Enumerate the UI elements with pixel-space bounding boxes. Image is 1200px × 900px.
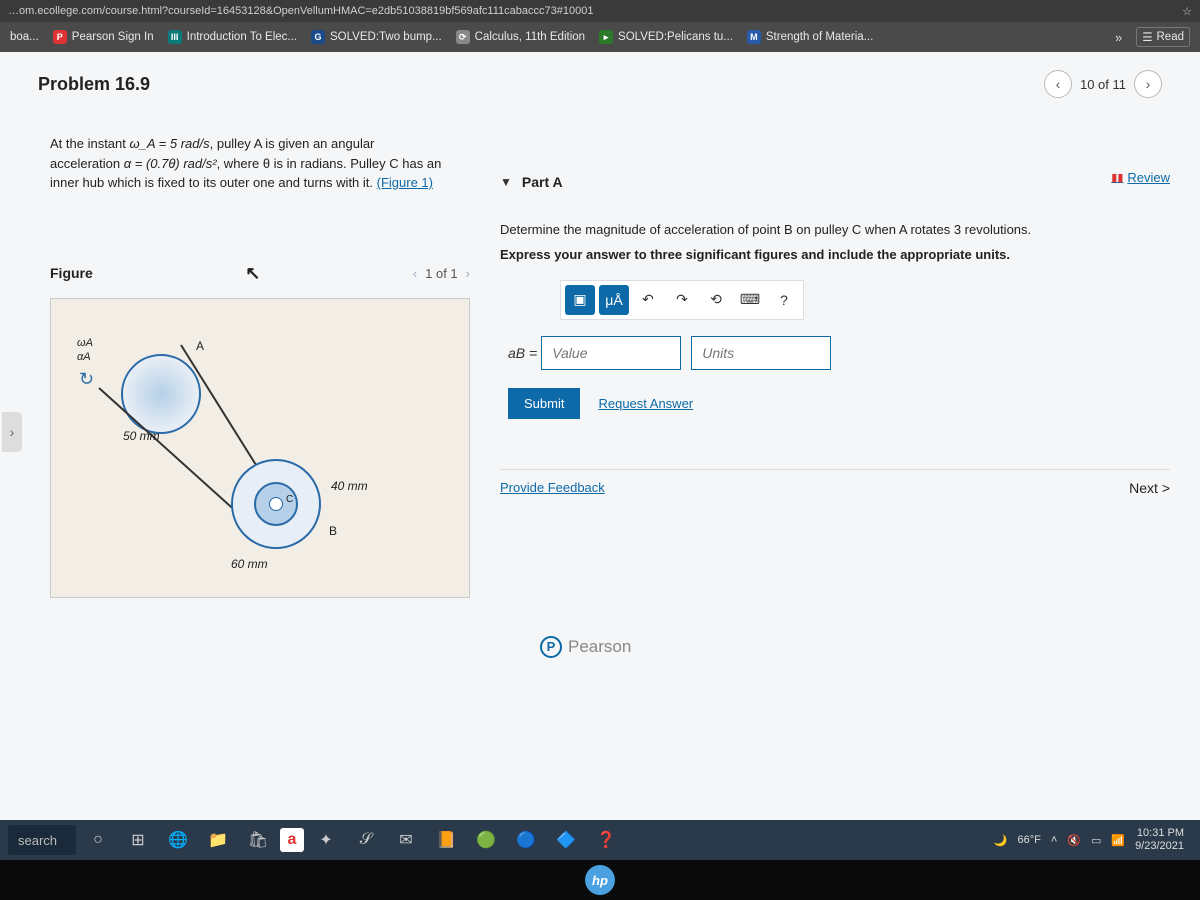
bookmark-strength[interactable]: MStrength of Materia...: [747, 30, 873, 44]
bookmarks-overflow-icon[interactable]: »: [1115, 30, 1122, 45]
dropbox-icon[interactable]: ✦: [308, 822, 344, 858]
url-bar: …om.ecollege.com/course.html?courseId=16…: [0, 0, 1200, 22]
app-a-icon[interactable]: a: [280, 828, 304, 852]
weather-icon[interactable]: 🌙: [994, 834, 1008, 847]
clock[interactable]: 10:31 PM 9/23/2021: [1135, 827, 1184, 853]
taskbar-search[interactable]: search: [8, 825, 76, 855]
chrome-icon[interactable]: 🔵: [508, 822, 544, 858]
cursor-icon: ↖: [245, 263, 260, 284]
next-problem-button[interactable]: ›: [1134, 70, 1162, 98]
tray-caret-icon[interactable]: ˄: [1051, 834, 1057, 846]
bookmark-bar: boa... PPearson Sign In IIIIntroduction …: [0, 22, 1200, 52]
rotation-arrow-icon: ↻: [79, 369, 94, 390]
explorer-icon[interactable]: 📁: [200, 822, 236, 858]
part-a-question: Determine the magnitude of acceleration …: [500, 220, 1170, 241]
undo-button[interactable]: ↶: [633, 285, 663, 315]
reading-list-button[interactable]: ☰Read: [1136, 27, 1190, 47]
spotify-icon[interactable]: 🟢: [468, 822, 504, 858]
temperature[interactable]: 66°F: [1017, 834, 1040, 846]
figure-pager: 1 of 1: [425, 266, 458, 281]
list-icon: ☰: [1142, 30, 1152, 44]
provide-feedback-link[interactable]: Provide Feedback: [500, 480, 605, 495]
answer-row: aB =: [508, 336, 1170, 370]
bookmark-calculus[interactable]: ⟳Calculus, 11th Edition: [456, 30, 585, 44]
windows-taskbar: search ○ ⊞ 🌐 📁 🛍 a ✦ 𝒮 ✉ 📙 🟢 🔵 🔷 ❓ 🌙 66°…: [0, 820, 1200, 860]
bookmark-pelicans[interactable]: ▸SOLVED:Pelicans tu...: [599, 30, 733, 44]
pearson-logo-icon: P: [540, 636, 562, 658]
bookmark-boa[interactable]: boa...: [10, 31, 39, 43]
label-omega-a: ωA: [77, 337, 93, 349]
answer-toolbar: ▣ μÅ ↶ ↷ ⟲ ⌨ ?: [560, 280, 804, 320]
app-orange-icon[interactable]: 📙: [428, 822, 464, 858]
label-alpha-a: αA: [77, 351, 91, 363]
problem-counter: 10 of 11: [1080, 77, 1126, 92]
figure-prev-button[interactable]: ‹: [413, 266, 417, 281]
label-a: A: [196, 339, 204, 353]
pearson-icon: P: [53, 30, 67, 44]
url-text: …om.ecollege.com/course.html?courseId=16…: [8, 5, 1174, 17]
star-icon[interactable]: ☆: [1182, 5, 1192, 18]
figure-1-link[interactable]: (Figure 1): [377, 175, 433, 190]
problem-statement: At the instant ω_A = 5 rad/s, pulley A i…: [50, 134, 470, 193]
pearson-footer: P Pearson: [500, 636, 1170, 658]
problem-pager: ‹ 10 of 11 ›: [1044, 70, 1162, 98]
keyboard-button[interactable]: ⌨: [735, 285, 765, 315]
label-c: C: [286, 494, 293, 505]
cortana-icon[interactable]: ○: [80, 822, 116, 858]
elec-icon: III: [168, 30, 182, 44]
label-40mm: 40 mm: [331, 479, 368, 493]
label-60mm: 60 mm: [231, 557, 268, 571]
part-a-instruction: Express your answer to three significant…: [500, 247, 1170, 262]
battery-icon[interactable]: ▭: [1091, 834, 1101, 847]
strength-icon: M: [747, 30, 761, 44]
part-a-header[interactable]: ▼ Part A: [500, 174, 1170, 190]
expand-left-caret[interactable]: ›: [2, 412, 22, 452]
app-teal-icon[interactable]: 🔷: [548, 822, 584, 858]
mute-icon[interactable]: 🔇: [1067, 834, 1081, 847]
redo-button[interactable]: ↷: [667, 285, 697, 315]
calc-icon: ⟳: [456, 30, 470, 44]
store-icon[interactable]: 🛍: [240, 822, 276, 858]
bookmark-pearson[interactable]: PPearson Sign In: [53, 30, 154, 44]
review-link[interactable]: ▮▮ Review: [1111, 170, 1170, 185]
bookmark-intro-elec[interactable]: IIIIntroduction To Elec...: [168, 30, 297, 44]
value-input[interactable]: [541, 336, 681, 370]
answer-label: aB =: [508, 345, 537, 361]
help-button[interactable]: ?: [769, 285, 799, 315]
figure-title: Figure: [50, 265, 93, 281]
system-tray: 🌙 66°F ˄ 🔇 ▭ 📶 10:31 PM 9/23/2021: [994, 827, 1192, 853]
label-50mm: 50 mm: [123, 429, 160, 443]
figure-image: A B C 50 mm 40 mm 60 mm ωA αA ↻: [50, 298, 470, 598]
figure-next-button[interactable]: ›: [466, 266, 470, 281]
pelican-icon: ▸: [599, 30, 613, 44]
main-content: › Problem 16.9 ‹ 10 of 11 › ▮▮ Review At…: [0, 52, 1200, 820]
solved1-icon: G: [311, 30, 325, 44]
collapse-triangle-icon: ▼: [500, 175, 512, 189]
request-answer-link[interactable]: Request Answer: [598, 396, 693, 411]
task-view-icon[interactable]: ⊞: [120, 822, 156, 858]
mail-icon[interactable]: ✉: [388, 822, 424, 858]
prev-problem-button[interactable]: ‹: [1044, 70, 1072, 98]
app-s-icon[interactable]: 𝒮: [348, 822, 384, 858]
hp-logo-icon: hp: [585, 865, 615, 895]
units-input[interactable]: [691, 336, 831, 370]
laptop-bezel: hp: [0, 860, 1200, 900]
label-b: B: [329, 524, 337, 538]
figure-panel: Figure ↖ ‹ 1 of 1 › A B C: [50, 263, 470, 598]
units-button[interactable]: μÅ: [599, 285, 629, 315]
edge-icon[interactable]: 🌐: [160, 822, 196, 858]
flag-icon: ▮▮: [1111, 171, 1123, 184]
wifi-icon[interactable]: 📶: [1111, 834, 1125, 847]
problem-title: Problem 16.9: [38, 74, 1044, 95]
templates-button[interactable]: ▣: [565, 285, 595, 315]
next-part-button[interactable]: Next >: [1129, 480, 1170, 496]
bookmark-solved-bump[interactable]: GSOLVED:Two bump...: [311, 30, 442, 44]
submit-button[interactable]: Submit: [508, 388, 580, 419]
help-icon[interactable]: ❓: [588, 822, 624, 858]
reset-button[interactable]: ⟲: [701, 285, 731, 315]
